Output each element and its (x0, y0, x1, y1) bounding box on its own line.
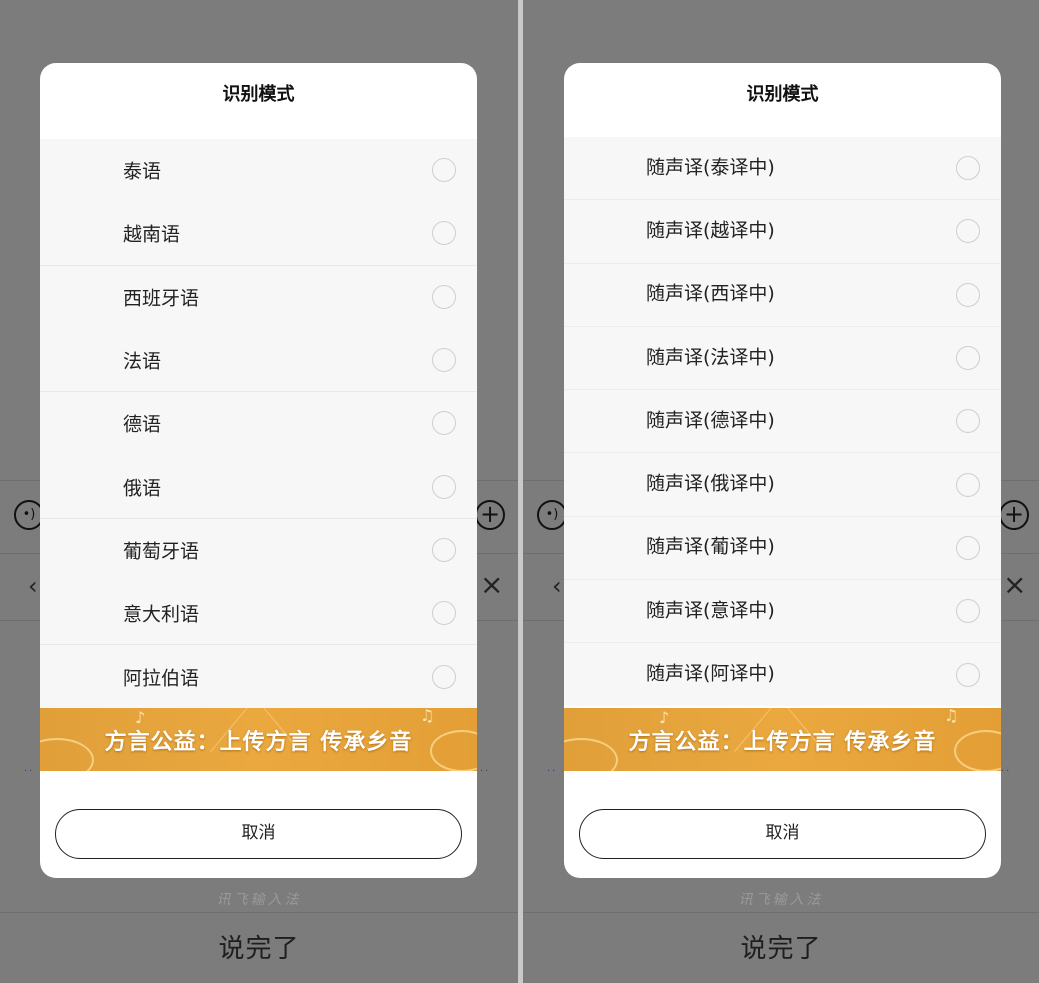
radio-unselected-icon[interactable] (956, 662, 980, 687)
radio-unselected-icon[interactable] (956, 156, 980, 181)
option-item[interactable]: 阿拉伯语 (40, 645, 477, 708)
radio-unselected-icon[interactable] (956, 535, 980, 560)
recognition-mode-dialog: 识别模式 泰语 越南语 西班牙语 法语 德语 俄语 葡萄牙语 意大利语 阿拉伯语… (40, 63, 477, 878)
plus-circle-icon[interactable]: + (999, 500, 1029, 530)
option-item[interactable]: 随声译(西译中) (564, 264, 1001, 327)
ime-brand-name: 讯飞输入法 (738, 892, 824, 908)
plus-circle-icon[interactable]: + (475, 500, 505, 530)
radio-unselected-icon[interactable] (432, 601, 456, 626)
right-screen: •) + ‹ × ·· ·· 讯飞输入法 说完了 识别模式 随声译(泰译中) 随… (523, 0, 1039, 983)
dialect-charity-banner[interactable]: ♪ ♫ 方言公益：上传方言 传承乡音 (40, 708, 477, 771)
option-item[interactable]: 俄语 (40, 455, 477, 519)
radio-unselected-icon[interactable] (432, 284, 456, 309)
keyboard-dots-right: ·· (480, 766, 491, 777)
option-label: 随声译(泰译中) (646, 156, 775, 179)
keyboard-dots-left: ·· (24, 766, 35, 777)
option-label: 越南语 (123, 223, 181, 246)
music-note-decoration: ♫ (420, 708, 435, 725)
radio-unselected-icon[interactable] (432, 664, 456, 689)
option-label: 随声译(西译中) (646, 282, 775, 305)
done-speaking-button[interactable]: 说完了 (0, 928, 518, 965)
option-label: 随声译(意译中) (646, 599, 775, 622)
banner-text: 方言公益：上传方言 传承乡音 (104, 728, 413, 755)
option-item[interactable]: 西班牙语 (40, 266, 477, 329)
voice-wave-icon[interactable]: •) (537, 500, 567, 530)
option-label: 随声译(越译中) (646, 219, 775, 242)
option-label: 法语 (123, 350, 162, 373)
radio-unselected-icon[interactable] (432, 221, 456, 246)
option-label: 意大利语 (123, 603, 200, 626)
option-item[interactable]: 随声译(意译中) (564, 580, 1001, 644)
option-label: 泰语 (123, 160, 162, 183)
left-screen: •) + ‹ × ·· ·· 讯飞输入法 说完了 识别模式 泰语 越南语 西班牙… (0, 0, 518, 983)
radio-unselected-icon[interactable] (956, 472, 980, 497)
option-label: 俄语 (123, 477, 162, 500)
keyboard-done-border (0, 912, 518, 913)
radio-unselected-icon[interactable] (956, 346, 980, 371)
cancel-button[interactable]: 取消 (55, 809, 462, 859)
option-label: 随声译(德译中) (646, 409, 775, 432)
dialog-title: 识别模式 (746, 84, 819, 105)
ime-brand-name: 讯飞输入法 (216, 892, 302, 908)
option-item[interactable]: 意大利语 (40, 582, 477, 646)
option-label: 随声译(俄译中) (646, 472, 775, 495)
option-item[interactable]: 德语 (40, 392, 477, 455)
option-item[interactable]: 随声译(法译中) (564, 327, 1001, 391)
option-item[interactable]: 随声译(葡译中) (564, 517, 1001, 581)
option-label: 西班牙语 (123, 287, 200, 310)
close-icon[interactable]: × (480, 568, 503, 601)
banner-text: 方言公益：上传方言 传承乡音 (628, 728, 937, 755)
keyboard-dots-left: ·· (547, 766, 558, 777)
radio-unselected-icon[interactable] (432, 411, 456, 436)
option-item[interactable]: 随声译(越译中) (564, 200, 1001, 264)
option-item[interactable]: 随声译(阿译中) (564, 643, 1001, 706)
option-item[interactable]: 泰语 (40, 139, 477, 202)
option-label: 葡萄牙语 (123, 540, 200, 563)
option-label: 随声译(阿译中) (646, 662, 775, 685)
option-label: 阿拉伯语 (123, 667, 200, 690)
cancel-button[interactable]: 取消 (579, 809, 986, 859)
keyboard-dots-right: ·· (1001, 766, 1012, 777)
radio-unselected-icon[interactable] (956, 282, 980, 307)
option-list: 泰语 越南语 西班牙语 法语 德语 俄语 葡萄牙语 意大利语 阿拉伯语 (40, 139, 477, 708)
option-item[interactable]: 随声译(泰译中) (564, 137, 1001, 201)
dialog-title: 识别模式 (222, 84, 295, 105)
radio-unselected-icon[interactable] (956, 409, 980, 434)
option-item[interactable]: 随声译(德译中) (564, 390, 1001, 454)
keyboard-done-border (523, 912, 1039, 913)
recognition-mode-dialog: 识别模式 随声译(泰译中) 随声译(越译中) 随声译(西译中) 随声译(法译中)… (564, 63, 1001, 878)
music-note-decoration: ♫ (944, 708, 959, 725)
option-item[interactable]: 葡萄牙语 (40, 519, 477, 582)
radio-unselected-icon[interactable] (956, 599, 980, 624)
option-item[interactable]: 随声译(俄译中) (564, 453, 1001, 517)
option-label: 随声译(葡译中) (646, 535, 775, 558)
option-label: 随声译(法译中) (646, 346, 775, 369)
chevron-left-icon[interactable]: ‹ (552, 572, 562, 600)
dialect-charity-banner[interactable]: ♪ ♫ 方言公益：上传方言 传承乡音 (564, 708, 1001, 771)
option-label: 德语 (123, 413, 162, 436)
chevron-left-icon[interactable]: ‹ (28, 572, 38, 600)
radio-unselected-icon[interactable] (432, 348, 456, 373)
radio-unselected-icon[interactable] (432, 537, 456, 562)
radio-unselected-icon[interactable] (432, 474, 456, 499)
option-item[interactable]: 法语 (40, 329, 477, 393)
option-item[interactable]: 越南语 (40, 202, 477, 266)
radio-unselected-icon[interactable] (432, 158, 456, 183)
close-icon[interactable]: × (1003, 568, 1026, 601)
done-speaking-button[interactable]: 说完了 (523, 928, 1039, 965)
radio-unselected-icon[interactable] (956, 219, 980, 244)
option-list: 随声译(泰译中) 随声译(越译中) 随声译(西译中) 随声译(法译中) 随声译(… (564, 137, 1001, 706)
